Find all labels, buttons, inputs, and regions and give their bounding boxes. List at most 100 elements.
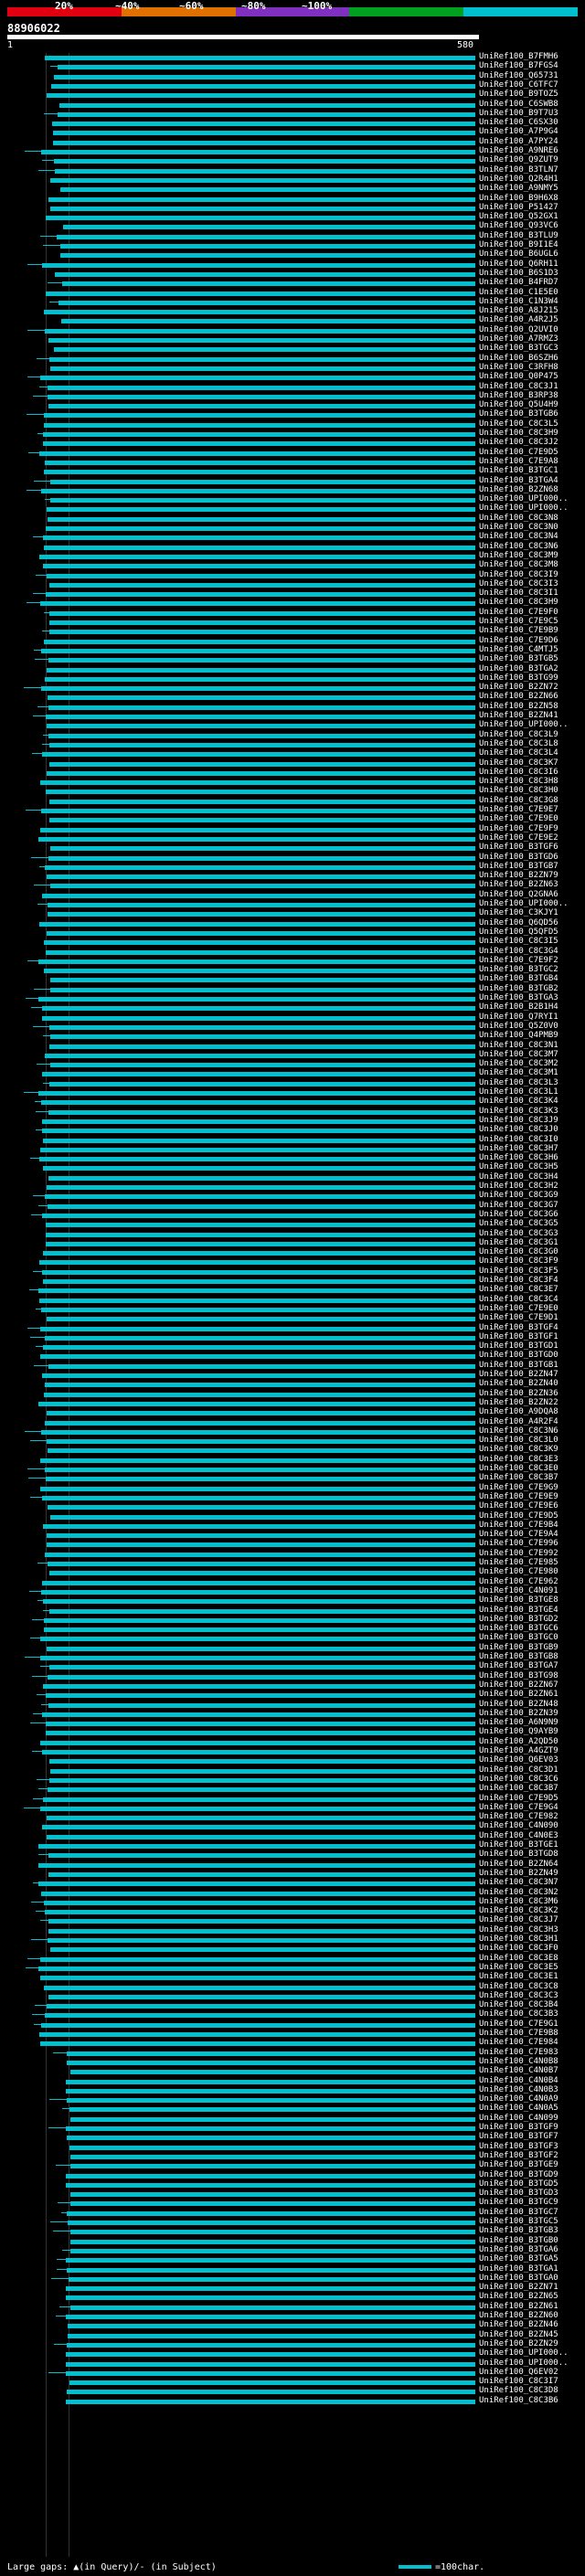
alignment-bar[interactable] (66, 2173, 475, 2178)
alignment-bar[interactable] (42, 1373, 475, 1378)
alignment-bar[interactable] (42, 1129, 475, 1134)
alignment-bar[interactable] (67, 2342, 475, 2348)
hit-label[interactable]: UniRef100_A6N9N9 (479, 1718, 558, 1727)
alignment-bar[interactable] (49, 1571, 475, 1576)
alignment-bar[interactable] (42, 1580, 475, 1585)
alignment-bar[interactable] (38, 1862, 475, 1868)
hit-label[interactable]: UniRef100_A9DQA8 (479, 1407, 558, 1416)
hit-label[interactable]: UniRef100_C7E992 (479, 1549, 558, 1558)
alignment-bar[interactable] (48, 1994, 475, 1999)
hit-label[interactable]: UniRef100_C7E980 (479, 1567, 558, 1576)
hit-label[interactable]: UniRef100_C8C3G4 (479, 947, 558, 956)
hit-label[interactable]: UniRef100_C7E9B9 (479, 626, 558, 635)
alignment-bar[interactable] (49, 742, 475, 747)
hit-label[interactable]: UniRef100_Q52GX1 (479, 212, 558, 221)
hit-label[interactable]: UniRef100_B3TLN7 (479, 165, 558, 175)
alignment-bar[interactable] (47, 930, 475, 936)
alignment-bar[interactable] (48, 1505, 475, 1511)
hit-label[interactable]: UniRef100_C8C3L3 (479, 1078, 558, 1087)
alignment-bar[interactable] (48, 695, 475, 701)
hit-label[interactable]: UniRef100_B2ZN39 (479, 1709, 558, 1718)
alignment-bar[interactable] (66, 2079, 475, 2084)
hit-label[interactable]: UniRef100_B3TGB7 (479, 862, 558, 871)
alignment-bar[interactable] (48, 1787, 475, 1793)
alignment-bar[interactable] (48, 733, 475, 738)
hit-label[interactable]: UniRef100_C8C3J0 (479, 1125, 558, 1134)
alignment-bar[interactable] (49, 620, 475, 625)
hit-label[interactable]: UniRef100_B2ZN29 (479, 2339, 558, 2348)
hit-label[interactable]: UniRef100_B2ZN79 (479, 871, 558, 880)
hit-label[interactable]: UniRef100_C4N0A9 (479, 2094, 558, 2104)
alignment-bar[interactable] (39, 554, 475, 559)
hit-label[interactable]: UniRef100_B6UGL6 (479, 249, 558, 259)
hit-label[interactable]: UniRef100_C8C3L1 (479, 1087, 558, 1097)
hit-label[interactable]: UniRef100_B3TGC1 (479, 466, 558, 475)
alignment-bar[interactable] (46, 1731, 475, 1736)
hit-label[interactable]: UniRef100_C8C3G9 (479, 1191, 558, 1200)
alignment-bar[interactable] (50, 987, 475, 992)
hit-label[interactable]: UniRef100_C8C3N7 (479, 1878, 558, 1887)
alignment-bar[interactable] (44, 545, 475, 550)
alignment-bar[interactable] (53, 140, 475, 145)
alignment-bar[interactable] (50, 1034, 475, 1040)
alignment-bar[interactable] (39, 451, 475, 456)
hit-label[interactable]: UniRef100_C7E983 (479, 2048, 558, 2057)
hit-label[interactable]: UniRef100_B3TGC5 (479, 2217, 558, 2226)
hit-label[interactable]: UniRef100_B3TGF7 (479, 2132, 558, 2141)
hit-label[interactable]: UniRef100_C8C3H5 (479, 1162, 558, 1171)
alignment-bar[interactable] (48, 1562, 475, 1566)
alignment-bar[interactable] (66, 2126, 475, 2131)
alignment-bar[interactable] (67, 2267, 475, 2273)
alignment-bar[interactable] (68, 2221, 475, 2225)
alignment-bar[interactable] (41, 2022, 475, 2028)
hit-label[interactable]: UniRef100_C8C3L0 (479, 1436, 558, 1445)
hit-label[interactable]: UniRef100_C7E9D5 (479, 448, 558, 457)
alignment-bar[interactable] (50, 498, 475, 504)
alignment-bar[interactable] (43, 432, 475, 437)
alignment-bar[interactable] (50, 978, 475, 983)
alignment-bar[interactable] (40, 1458, 475, 1463)
alignment-bar[interactable] (45, 1053, 475, 1058)
hit-label[interactable]: UniRef100_Q2R4H1 (479, 175, 558, 184)
alignment-bar[interactable] (44, 969, 475, 974)
alignment-bar[interactable] (45, 2013, 475, 2019)
hit-label[interactable]: UniRef100_C7E9E7 (479, 805, 558, 814)
alignment-bar[interactable] (50, 177, 475, 183)
alignment-bar[interactable] (47, 1533, 475, 1539)
hit-label[interactable]: UniRef100_B2ZN63 (479, 880, 558, 889)
hit-label[interactable]: UniRef100_A4R2F4 (479, 1417, 558, 1426)
hit-label[interactable]: UniRef100_C8C3M7 (479, 1050, 558, 1059)
alignment-bar[interactable] (48, 196, 475, 202)
alignment-bar[interactable] (60, 244, 475, 249)
hit-label[interactable]: UniRef100_B3TGB1 (479, 1361, 558, 1370)
hit-label[interactable]: UniRef100_B3TGB4 (479, 974, 558, 983)
hit-label[interactable]: UniRef100_B2ZN64 (479, 1860, 558, 1869)
alignment-bar[interactable] (40, 601, 475, 607)
hit-label[interactable]: UniRef100_Q9ZUT9 (479, 155, 558, 164)
hit-label[interactable]: UniRef100_C7E9F0 (479, 608, 558, 617)
alignment-bar[interactable] (45, 1383, 475, 1388)
hit-label[interactable]: UniRef100_C8C3M8 (479, 560, 558, 569)
alignment-bar[interactable] (47, 1834, 475, 1839)
hit-label[interactable]: UniRef100_B9TOZ5 (479, 90, 558, 99)
alignment-bar[interactable] (40, 1354, 475, 1360)
alignment-bar[interactable] (67, 2060, 475, 2065)
alignment-bar[interactable] (49, 356, 475, 362)
hit-label[interactable]: UniRef100_A2QD50 (479, 1737, 558, 1746)
hit-label[interactable]: UniRef100_C8C3K9 (479, 1445, 558, 1454)
alignment-bar[interactable] (44, 470, 475, 475)
hit-label[interactable]: UniRef100_A4R2J5 (479, 315, 558, 324)
alignment-bar[interactable] (70, 2164, 475, 2169)
alignment-bar[interactable] (46, 1223, 475, 1228)
alignment-bar[interactable] (44, 1627, 475, 1633)
alignment-bar[interactable] (66, 2088, 475, 2094)
hit-label[interactable]: UniRef100_B3TGD8 (479, 1850, 558, 1859)
hit-label[interactable]: UniRef100_B3TGC6 (479, 1624, 558, 1633)
alignment-bar[interactable] (38, 836, 475, 842)
hit-label[interactable]: UniRef100_C8C3F5 (479, 1267, 558, 1276)
alignment-bar[interactable] (39, 2032, 475, 2037)
hit-label[interactable]: UniRef100_B2ZN61 (479, 1690, 558, 1699)
alignment-bar[interactable] (46, 715, 475, 719)
alignment-bar[interactable] (67, 2390, 475, 2395)
alignment-bar[interactable] (48, 394, 475, 399)
